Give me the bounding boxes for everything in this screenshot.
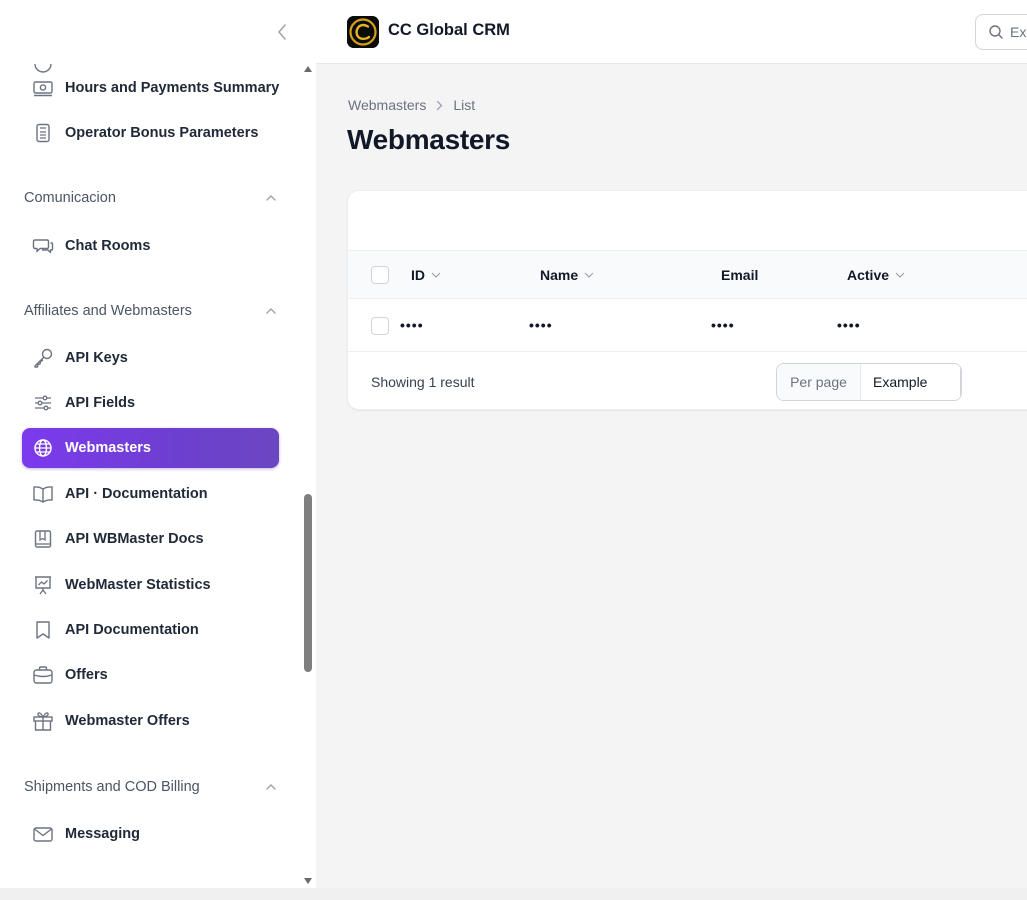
sidebar-item-hours-payments[interactable]: Hours and Payments Summary	[22, 68, 279, 108]
cell-email: ••••	[711, 317, 735, 333]
bookmark-icon	[32, 619, 54, 641]
sidebar-item-label: Offers	[65, 667, 108, 683]
group-label: Affiliates and Webmasters	[24, 303, 192, 319]
collapse-sidebar-button[interactable]	[272, 20, 292, 44]
sort-chevron-down-icon	[895, 272, 905, 278]
sidebar-item-operator-bonus[interactable]: Operator Bonus Parameters	[22, 113, 279, 153]
sidebar-item-label: Messaging	[65, 826, 140, 842]
cell-name: ••••	[529, 317, 553, 333]
cash-icon	[32, 77, 54, 99]
chevron-up-icon	[263, 190, 279, 206]
calculator-icon	[32, 122, 54, 144]
sidebar-item-messaging[interactable]: Messaging	[22, 814, 279, 854]
sidebar-scrollbar[interactable]	[300, 64, 316, 888]
chevron-right-icon	[436, 100, 443, 111]
select-all-checkbox[interactable]	[371, 266, 389, 284]
table-header: ID Name Email Active	[348, 250, 1027, 299]
group-affiliates-webmasters[interactable]: Affiliates and Webmasters	[24, 299, 279, 323]
column-header-email: Email	[721, 251, 758, 299]
page-title: Webmasters	[347, 124, 511, 155]
webmasters-table-card: ID Name Email Active •••• •••• •••• ••••…	[347, 190, 1027, 410]
sidebar-item-webmaster-statistics[interactable]: WebMaster Statistics	[22, 565, 279, 605]
row-checkbox[interactable]	[371, 317, 389, 335]
chevron-up-icon	[263, 779, 279, 795]
column-label: Email	[721, 267, 759, 283]
chevron-left-icon	[278, 24, 286, 40]
group-label: Shipments and COD Billing	[24, 779, 200, 795]
app-logo[interactable]	[347, 16, 379, 48]
sidebar-item-label: API Documentation	[65, 622, 199, 638]
search-placeholder: Ex	[1010, 24, 1027, 40]
table-row[interactable]: •••• •••• •••• ••••	[348, 299, 1027, 352]
sidebar-item-webmasters[interactable]: Webmasters	[22, 428, 279, 468]
sidebar-item-offers[interactable]: Offers	[22, 655, 279, 695]
sliders-icon	[32, 392, 54, 414]
sidebar-item-api-keys[interactable]: API Keys	[22, 338, 279, 378]
sidebar-item-api-wbmaster-docs[interactable]: API WBMaster Docs	[22, 519, 279, 559]
book-icon	[32, 528, 54, 550]
sort-chevron-down-icon	[584, 272, 594, 278]
per-page-label: Per page	[777, 364, 861, 400]
logo-c-icon	[347, 16, 379, 48]
gift-icon	[32, 710, 54, 732]
sidebar-item-label: API · Documentation	[65, 486, 208, 502]
results-count: Showing 1 result	[371, 373, 475, 390]
sort-chevron-down-icon	[431, 272, 441, 278]
global-search-input[interactable]: Ex	[975, 14, 1027, 50]
breadcrumb: Webmasters List	[348, 97, 475, 113]
cell-active: ••••	[837, 317, 861, 333]
book-open-icon	[32, 483, 54, 505]
column-label: Active	[847, 267, 890, 283]
globe-icon	[32, 437, 54, 459]
envelope-icon	[32, 823, 54, 845]
sidebar-nav: Hours and Payments Summary Operator Bonu…	[0, 64, 300, 888]
sidebar-item-label: API Keys	[65, 350, 128, 366]
briefcase-icon	[32, 664, 54, 686]
sidebar-item-label: API Fields	[65, 395, 136, 411]
window-bottom-edge	[0, 888, 1027, 900]
presentation-chart-icon	[32, 574, 54, 596]
sidebar-item-label: Chat Rooms	[65, 238, 151, 254]
cell-id: ••••	[400, 317, 424, 333]
per-page-select[interactable]: Example	[861, 364, 961, 400]
sidebar-item-label: Webmaster Offers	[65, 713, 190, 729]
sidebar-item-label: Hours and Payments Summary	[65, 80, 280, 96]
group-label: Comunicacion	[24, 190, 116, 206]
per-page-selector[interactable]: Per page Example	[776, 363, 962, 401]
sidebar: Hours and Payments Summary Operator Bonu…	[0, 0, 316, 888]
search-icon	[989, 25, 1003, 39]
scrollbar-thumb[interactable]	[304, 494, 312, 672]
scroll-down-arrow-icon[interactable]	[304, 878, 312, 884]
sidebar-item-api-documentation[interactable]: API Documentation	[22, 610, 279, 650]
sidebar-item-label: API WBMaster Docs	[65, 531, 204, 547]
breadcrumb-current: List	[453, 97, 476, 113]
sidebar-item-label: Operator Bonus Parameters	[65, 125, 259, 141]
sidebar-item-label: Webmasters	[65, 440, 151, 456]
sidebar-item-webmaster-offers[interactable]: Webmaster Offers	[22, 701, 279, 741]
column-header-active[interactable]: Active	[847, 251, 905, 299]
breadcrumb-link-webmasters[interactable]: Webmasters	[348, 97, 426, 113]
chat-bubbles-icon	[32, 235, 54, 257]
scroll-up-arrow-icon[interactable]	[304, 66, 312, 72]
key-icon	[32, 347, 54, 369]
table-footer: Showing 1 result Per page Example	[348, 352, 1027, 409]
chevron-up-icon	[263, 303, 279, 319]
column-label: Name	[540, 267, 579, 283]
sidebar-header	[0, 0, 316, 64]
column-header-name[interactable]: Name	[540, 251, 594, 299]
sidebar-item-api-documentation-dot[interactable]: API · Documentation	[22, 474, 279, 514]
sidebar-item-chat-rooms[interactable]: Chat Rooms	[22, 226, 279, 266]
group-shipments-cod[interactable]: Shipments and COD Billing	[24, 775, 279, 799]
topbar: CC Global CRM Ex	[316, 0, 1027, 64]
sidebar-item-api-fields[interactable]: API Fields	[22, 383, 279, 423]
column-label: ID	[411, 267, 425, 283]
column-header-id[interactable]: ID	[411, 251, 441, 299]
sidebar-item-label: WebMaster Statistics	[65, 577, 211, 593]
group-comunicacion[interactable]: Comunicacion	[24, 186, 279, 210]
app-title: CC Global CRM	[388, 21, 510, 39]
